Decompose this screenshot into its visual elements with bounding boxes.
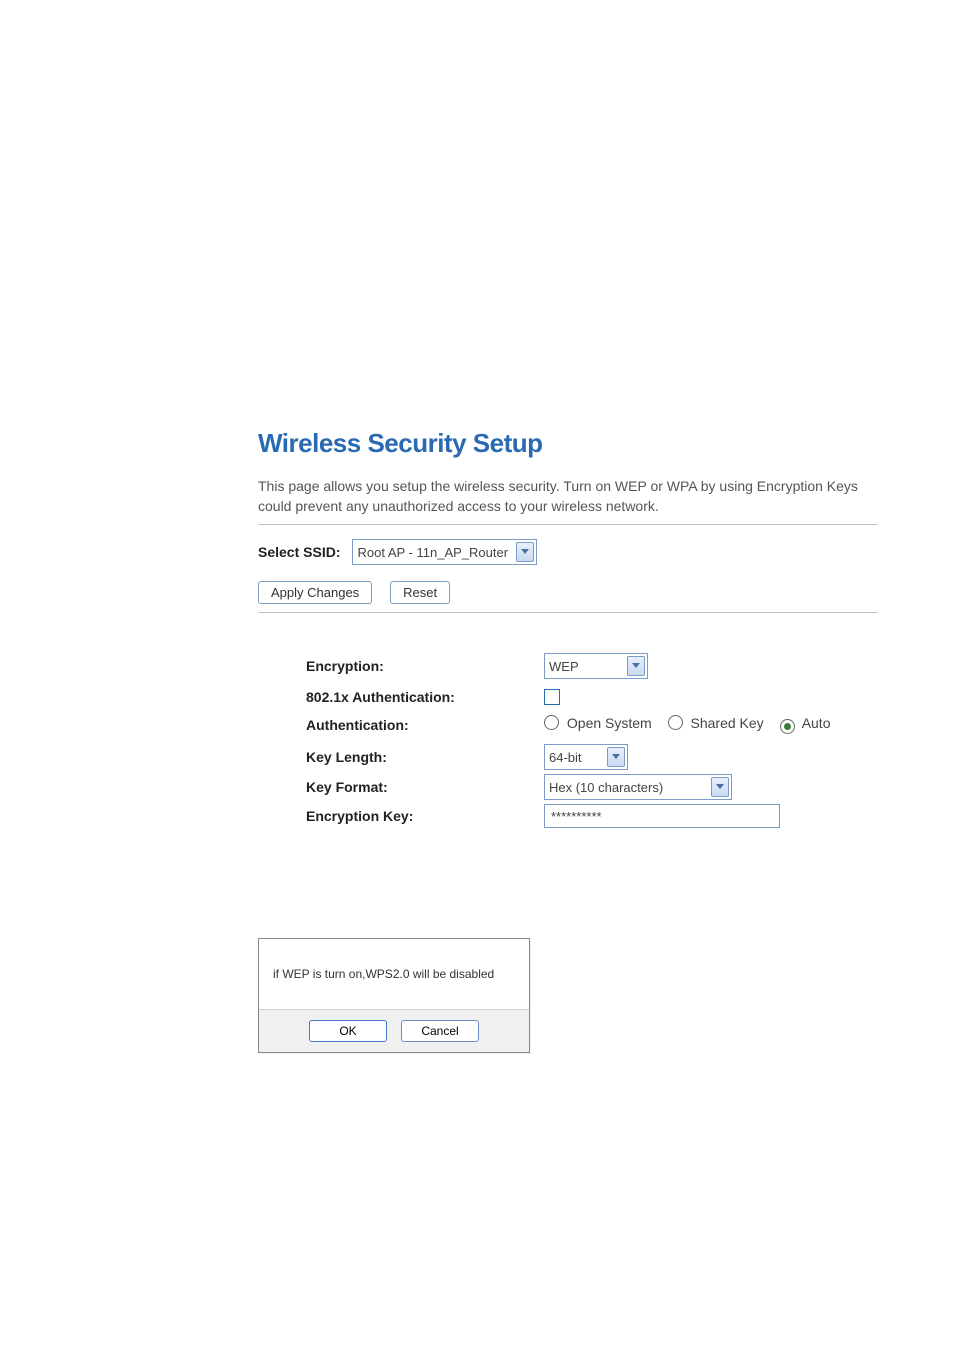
auth-radio-auto[interactable] bbox=[780, 719, 795, 734]
auth-radio-shared-label: Shared Key bbox=[691, 715, 764, 731]
auth8021x-checkbox[interactable] bbox=[544, 689, 560, 705]
chevron-down-icon bbox=[516, 542, 534, 562]
authentication-label: Authentication: bbox=[306, 717, 544, 733]
dialog-cancel-button[interactable]: Cancel bbox=[401, 1020, 479, 1042]
encryption-key-label: Encryption Key: bbox=[306, 808, 544, 824]
key-format-label: Key Format: bbox=[306, 779, 544, 795]
authentication-row: Authentication: Open System Shared Key A… bbox=[306, 715, 878, 734]
ssid-row: Select SSID: Root AP - 11n_AP_Router bbox=[258, 539, 878, 565]
page-description: This page allows you setup the wireless … bbox=[258, 477, 878, 516]
ssid-label: Select SSID: bbox=[258, 544, 340, 560]
apply-changes-button[interactable]: Apply Changes bbox=[258, 581, 372, 604]
key-format-row: Key Format: Hex (10 characters) bbox=[306, 774, 878, 800]
key-format-select-value: Hex (10 characters) bbox=[549, 780, 709, 795]
dialog-button-bar: OK Cancel bbox=[259, 1009, 529, 1052]
reset-button[interactable]: Reset bbox=[390, 581, 450, 604]
encryption-row: Encryption: WEP bbox=[306, 653, 878, 679]
auth-radio-open-label: Open System bbox=[567, 715, 652, 731]
auth8021x-label: 802.1x Authentication: bbox=[306, 689, 544, 705]
divider bbox=[258, 524, 878, 525]
chevron-down-icon bbox=[607, 747, 625, 767]
auth-radio-open[interactable] bbox=[544, 715, 559, 730]
auth-radio-group: Open System Shared Key Auto bbox=[544, 715, 831, 734]
page-title: Wireless Security Setup bbox=[258, 428, 878, 459]
confirm-dialog: if WEP is turn on,WPS2.0 will be disable… bbox=[258, 938, 530, 1053]
chevron-down-icon bbox=[627, 656, 645, 676]
auth-radio-auto-label: Auto bbox=[802, 715, 831, 731]
chevron-down-icon bbox=[711, 777, 729, 797]
key-length-select[interactable]: 64-bit bbox=[544, 744, 628, 770]
encryption-label: Encryption: bbox=[306, 658, 544, 674]
key-format-select[interactable]: Hex (10 characters) bbox=[544, 774, 732, 800]
auth-radio-shared[interactable] bbox=[668, 715, 683, 730]
dialog-ok-button[interactable]: OK bbox=[309, 1020, 387, 1042]
encryption-key-input[interactable] bbox=[544, 804, 780, 828]
encryption-select-value: WEP bbox=[549, 659, 625, 674]
ssid-select-value: Root AP - 11n_AP_Router bbox=[357, 545, 514, 560]
key-length-row: Key Length: 64-bit bbox=[306, 744, 878, 770]
button-row: Apply Changes Reset bbox=[258, 581, 878, 604]
auth8021x-row: 802.1x Authentication: bbox=[306, 689, 878, 705]
dialog-message: if WEP is turn on,WPS2.0 will be disable… bbox=[259, 939, 529, 1009]
encryption-key-row: Encryption Key: bbox=[306, 804, 878, 828]
key-length-label: Key Length: bbox=[306, 749, 544, 765]
wireless-security-page: Wireless Security Setup This page allows… bbox=[0, 0, 878, 828]
encryption-select[interactable]: WEP bbox=[544, 653, 648, 679]
key-length-select-value: 64-bit bbox=[549, 750, 605, 765]
divider bbox=[258, 612, 878, 613]
ssid-select[interactable]: Root AP - 11n_AP_Router bbox=[352, 539, 537, 565]
security-form: Encryption: WEP 802.1x Authentication: A… bbox=[306, 653, 878, 828]
